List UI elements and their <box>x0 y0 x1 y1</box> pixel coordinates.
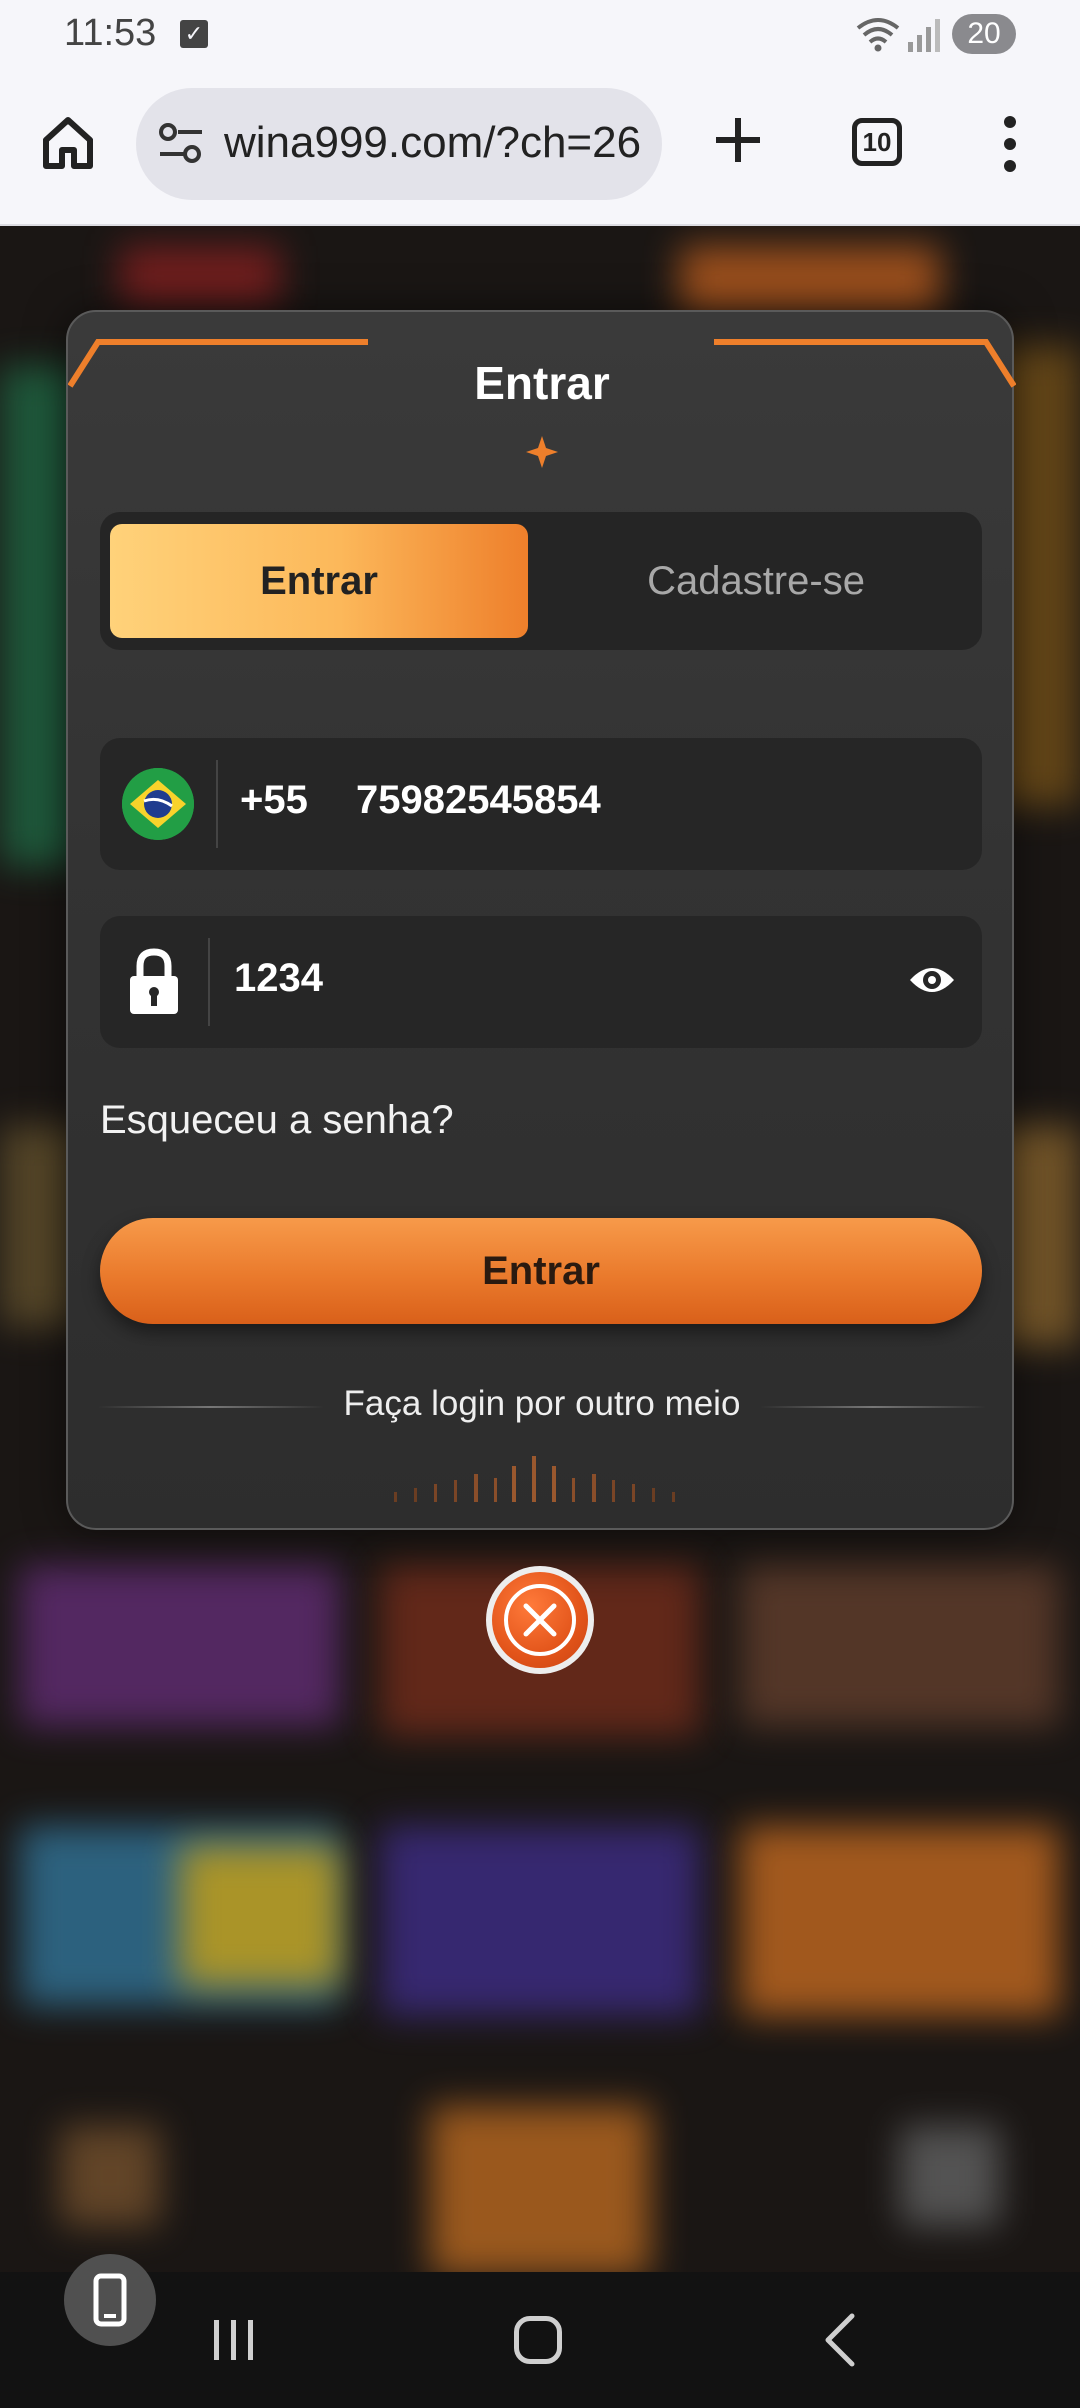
phone-input[interactable]: 75982545854 <box>356 778 601 823</box>
site-settings-icon[interactable] <box>158 122 204 166</box>
new-tab-icon[interactable] <box>708 110 768 170</box>
browser-toolbar: wina999.com/?ch=26 10 <box>0 70 1080 226</box>
auth-tabs: Entrar Cadastre-se <box>100 512 982 650</box>
notification-check-icon: ✓ <box>180 20 208 48</box>
field-separator <box>208 938 210 1026</box>
loading-bars-decoration <box>394 1456 675 1502</box>
battery-indicator: 20 <box>952 14 1016 54</box>
tab-register[interactable]: Cadastre-se <box>540 524 972 638</box>
field-separator <box>216 760 218 848</box>
modal-title: Entrar <box>474 357 610 409</box>
close-icon[interactable] <box>492 1572 588 1668</box>
status-bar: 11:53 ✓ 20 <box>0 0 1080 70</box>
wifi-icon <box>856 18 900 52</box>
close-modal-button[interactable] <box>486 1566 594 1674</box>
other-login-label: Faça login por outro meio <box>343 1384 741 1423</box>
brazil-flag-icon[interactable] <box>122 768 194 840</box>
home-nav-button[interactable] <box>514 2316 562 2364</box>
tab-switcher-button[interactable]: 10 <box>852 118 902 166</box>
system-nav-bar <box>0 2272 1080 2408</box>
other-login-divider: Faça login por outro meio <box>68 1384 1016 1444</box>
password-field[interactable]: 1234 <box>100 916 982 1048</box>
phone-icon <box>93 2273 127 2327</box>
tab-login[interactable]: Entrar <box>110 524 528 638</box>
login-submit-button[interactable]: Entrar <box>100 1218 982 1324</box>
phone-field[interactable]: +55 75982545854 <box>100 738 982 870</box>
recent-apps-icon[interactable] <box>210 2318 258 2362</box>
lock-icon <box>130 948 178 1014</box>
show-password-eye-icon[interactable] <box>908 962 956 998</box>
dial-code[interactable]: +55 <box>240 778 308 823</box>
home-icon[interactable] <box>38 112 98 172</box>
forgot-password-link[interactable]: Esqueceu a senha? <box>100 1098 454 1143</box>
status-time: 11:53 <box>64 12 157 54</box>
signal-icon <box>908 19 940 52</box>
login-modal: Entrar Entrar Cadastre-se +55 7598254585… <box>66 310 1016 1530</box>
password-input[interactable]: 1234 <box>234 956 323 1001</box>
url-text[interactable]: wina999.com/?ch=26 <box>224 118 641 168</box>
address-bar[interactable]: wina999.com/?ch=26 <box>136 88 662 200</box>
more-menu-icon[interactable] <box>1000 114 1020 174</box>
back-icon[interactable] <box>820 2312 860 2368</box>
floating-device-button[interactable] <box>64 2254 156 2346</box>
